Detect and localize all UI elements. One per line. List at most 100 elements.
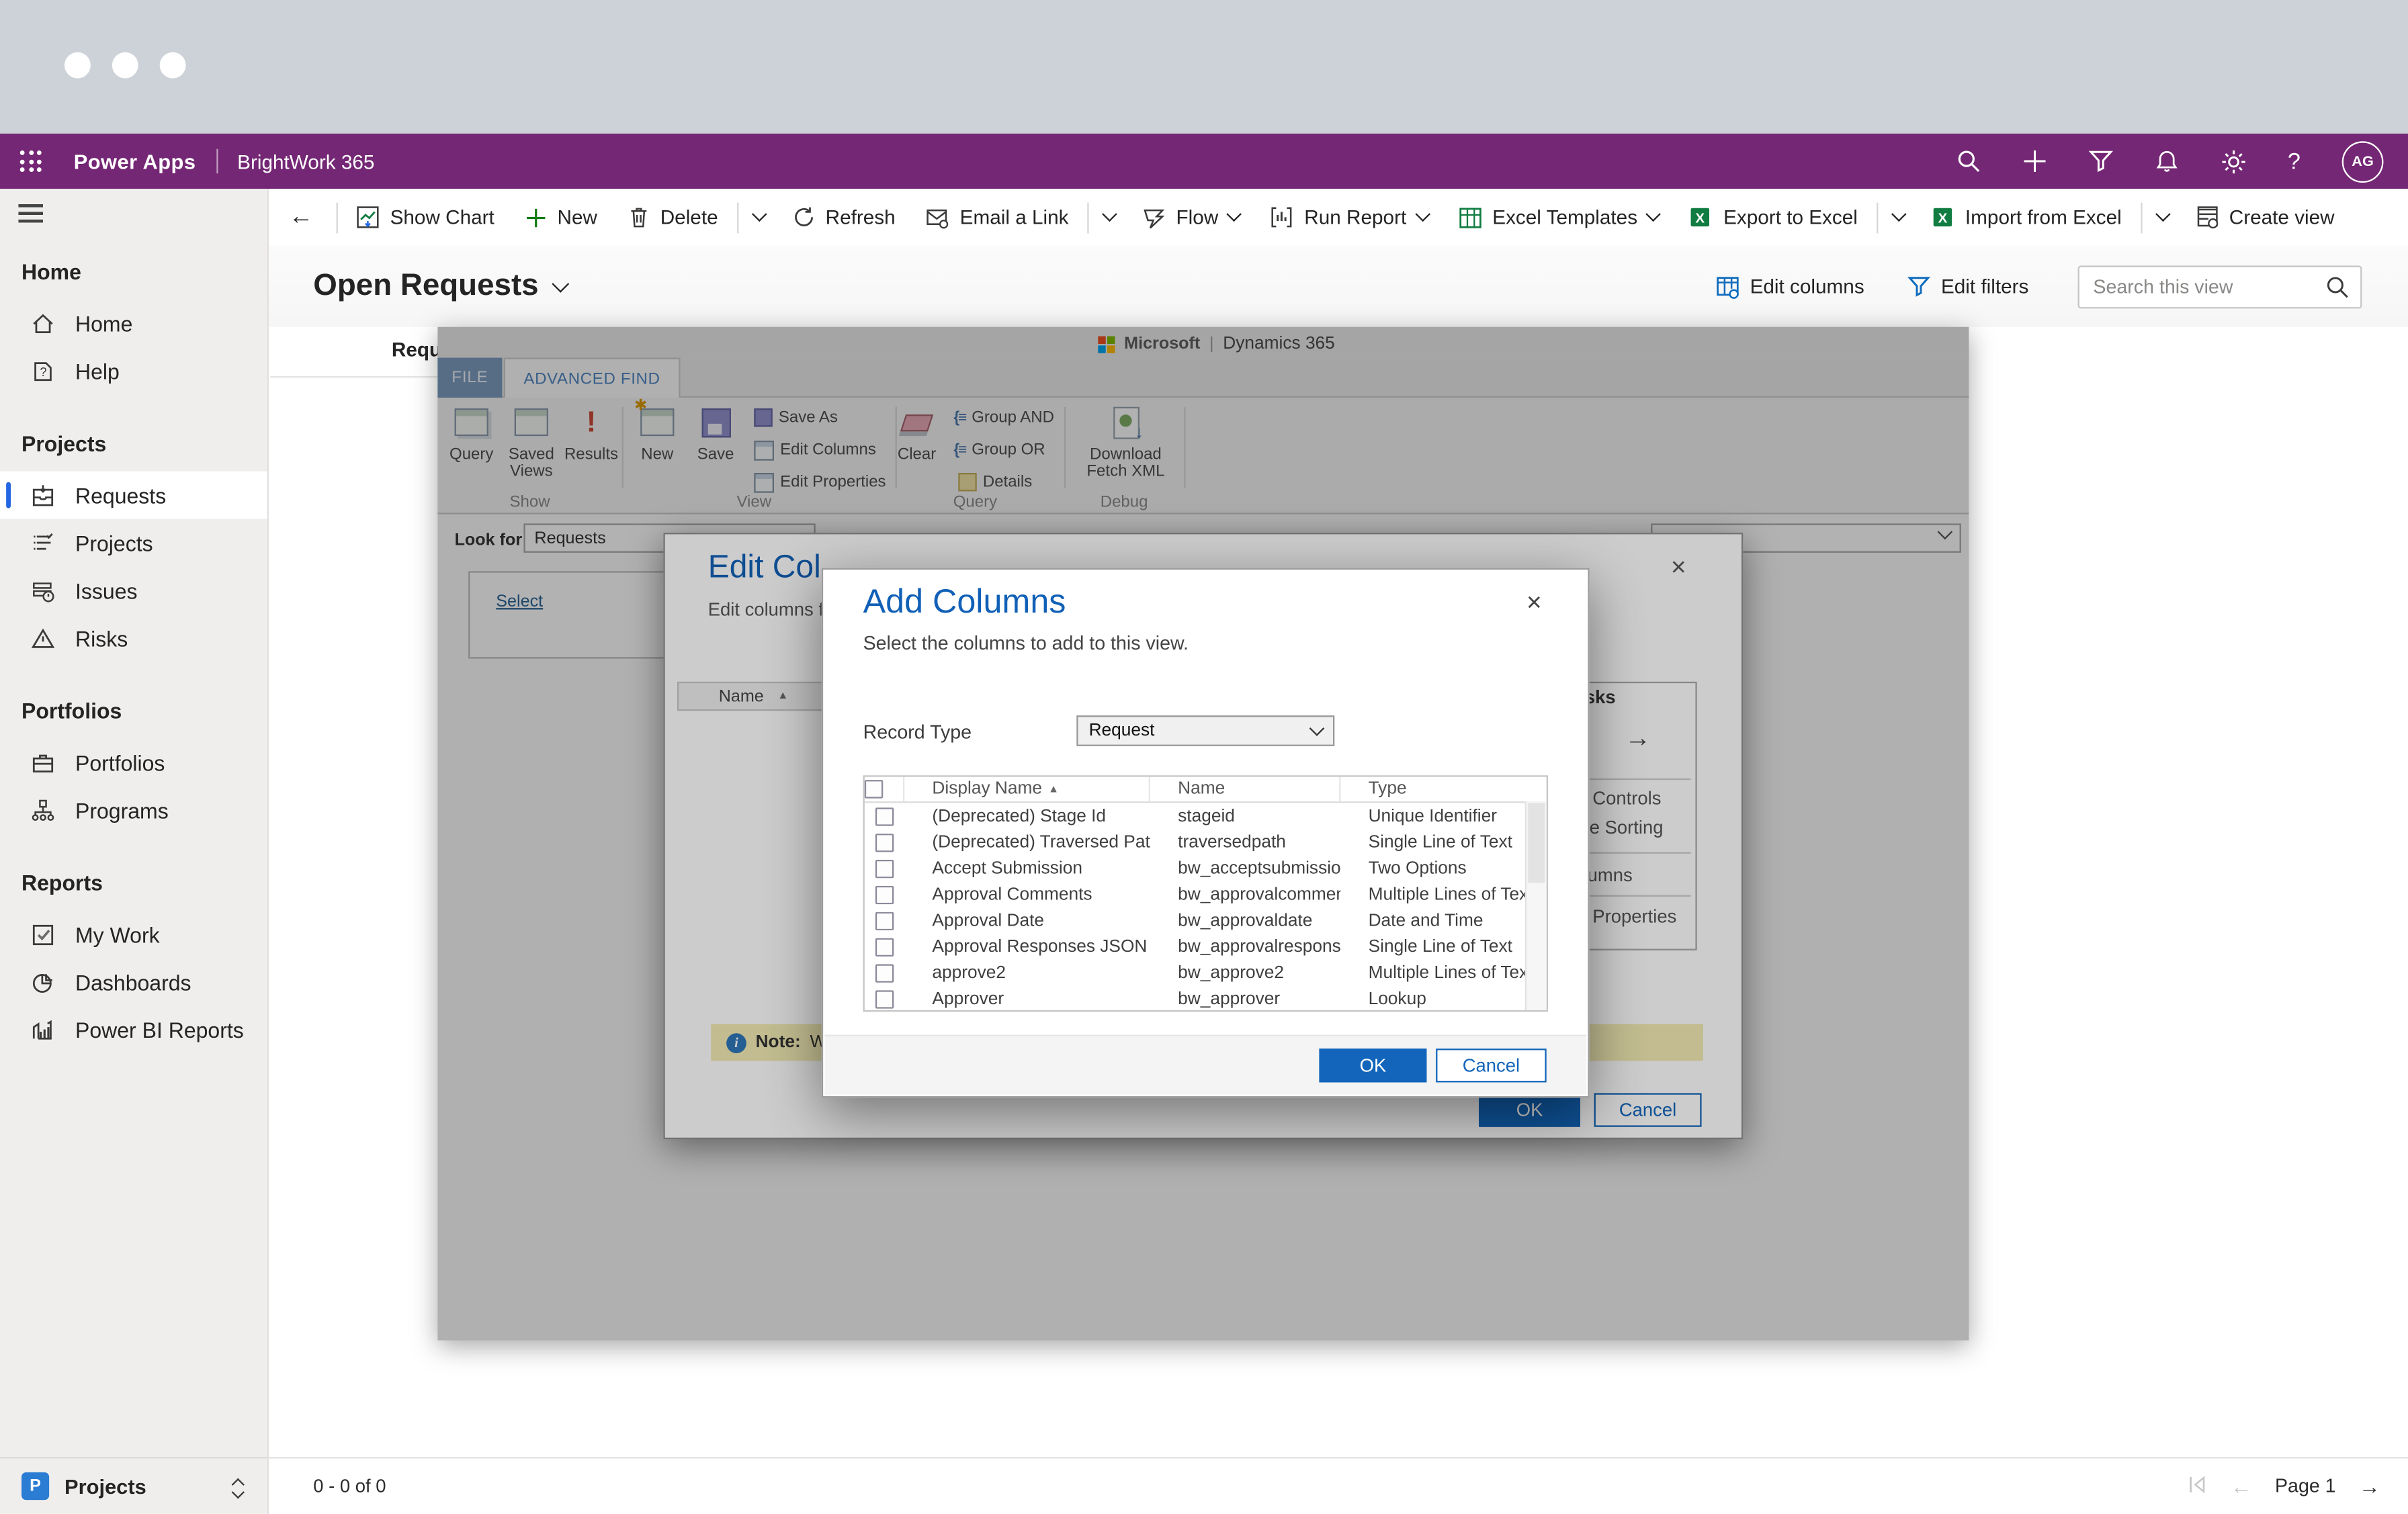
- ok-button[interactable]: OK: [1479, 1093, 1580, 1126]
- table-row[interactable]: (Deprecated) Stage Id stageid Unique Ide…: [865, 803, 1547, 829]
- select-link[interactable]: Select: [496, 592, 543, 611]
- scrollbar[interactable]: [1525, 801, 1547, 1010]
- menu-icon[interactable]: [18, 204, 43, 222]
- window-control-icon[interactable]: [64, 52, 91, 79]
- panel-link-properties[interactable]: Properties: [1592, 906, 1676, 928]
- row-checkbox[interactable]: [865, 859, 904, 877]
- row-checkbox[interactable]: [865, 989, 904, 1008]
- run-report-button[interactable]: Run Report: [1255, 189, 1443, 246]
- sidebar-item-my-work[interactable]: My Work: [0, 910, 267, 958]
- overflow-chevron-icon[interactable]: [1881, 189, 1916, 246]
- back-button[interactable]: ←: [269, 204, 333, 231]
- select-all-checkbox[interactable]: [865, 777, 904, 802]
- refresh-button[interactable]: Refresh: [776, 189, 910, 246]
- search-icon[interactable]: [1956, 149, 1981, 174]
- row-checkbox[interactable]: [865, 833, 904, 851]
- ribbon-edit-properties-button[interactable]: Edit Properties: [754, 472, 886, 493]
- sidebar-item-power-bi-reports[interactable]: Power BI Reports: [0, 1006, 267, 1053]
- ribbon-clear-button[interactable]: Clear: [886, 402, 947, 463]
- ribbon-save-button[interactable]: Save: [687, 402, 745, 463]
- help-icon[interactable]: ?: [2288, 148, 2300, 175]
- close-icon[interactable]: ×: [1671, 553, 1686, 584]
- create-view-button[interactable]: Create view: [2180, 189, 2350, 246]
- panel-link-columns[interactable]: lumns: [1584, 864, 1633, 886]
- search-input[interactable]: [2078, 265, 2362, 308]
- edit-columns-button[interactable]: Edit columns: [1699, 259, 1879, 314]
- table-row[interactable]: Approval Date bw_approvaldate Date and T…: [865, 907, 1547, 934]
- email-link-button[interactable]: Email a Link: [911, 189, 1084, 246]
- ribbon-saved-views-button[interactable]: Saved Views: [499, 402, 564, 479]
- edit-filters-button[interactable]: Edit filters: [1892, 259, 2044, 314]
- avatar[interactable]: AG: [2342, 140, 2384, 182]
- sidebar-item-projects[interactable]: Projects: [0, 519, 267, 567]
- table-row[interactable]: (Deprecated) Traversed Path traversedpat…: [865, 829, 1547, 855]
- prev-page-icon[interactable]: ←: [2231, 1474, 2252, 1499]
- delete-button[interactable]: Delete: [613, 189, 734, 246]
- row-checkbox[interactable]: [865, 937, 904, 955]
- col-type[interactable]: Type: [1340, 777, 1526, 802]
- sidebar-item-risks[interactable]: Risks: [0, 614, 267, 662]
- sidebar-item-home[interactable]: Home: [0, 300, 267, 347]
- sidebar-item-requests[interactable]: Requests: [0, 472, 267, 519]
- divider: [216, 149, 217, 174]
- row-checkbox[interactable]: [865, 911, 904, 930]
- ribbon-query-button[interactable]: Query: [441, 402, 502, 463]
- sidebar-item-issues[interactable]: Issues: [0, 566, 267, 614]
- panel-link-controls[interactable]: Controls: [1592, 788, 1661, 809]
- import-excel-button[interactable]: X Import from Excel: [1916, 189, 2137, 246]
- cancel-button[interactable]: Cancel: [1594, 1093, 1702, 1126]
- first-page-icon[interactable]: [2188, 1474, 2208, 1497]
- window-control-icon[interactable]: [160, 52, 186, 79]
- environment-switcher[interactable]: P Projects: [0, 1457, 267, 1514]
- export-excel-button[interactable]: X Export to Excel: [1674, 189, 1873, 246]
- notifications-icon[interactable]: [2154, 149, 2179, 174]
- ribbon-results-button[interactable]: ! Results: [564, 402, 619, 463]
- settings-icon[interactable]: [2220, 148, 2246, 175]
- overflow-chevron-icon[interactable]: [2145, 189, 2180, 246]
- row-checkbox[interactable]: [865, 963, 904, 981]
- sidebar-item-help[interactable]: ? Help: [0, 347, 267, 395]
- window-control-icon[interactable]: [112, 52, 138, 79]
- filter-icon[interactable]: [2088, 149, 2113, 174]
- next-page-icon[interactable]: →: [2359, 1474, 2380, 1499]
- help-doc-icon: ?: [31, 359, 56, 384]
- sidebar-item-portfolios[interactable]: Portfolios: [0, 738, 267, 786]
- flow-button[interactable]: Flow: [1127, 189, 1255, 246]
- sidebar-item-programs[interactable]: Programs: [0, 786, 267, 834]
- sidebar-item-dashboards[interactable]: Dashboards: [0, 958, 267, 1006]
- app-launcher-icon[interactable]: [20, 150, 42, 172]
- excel-templates-button[interactable]: Excel Templates: [1443, 189, 1674, 246]
- table-row[interactable]: Approver bw_approver Lookup: [865, 985, 1547, 1012]
- move-right-icon[interactable]: →: [1625, 723, 1651, 754]
- col-display-name[interactable]: Display Name▲: [904, 777, 1150, 802]
- table-row[interactable]: Accept Submission bw_acceptsubmission Tw…: [865, 855, 1547, 881]
- ribbon-new-button[interactable]: New: [628, 402, 687, 463]
- row-checkbox[interactable]: [865, 885, 904, 903]
- view-selector[interactable]: Open Requests: [313, 269, 566, 304]
- table-row[interactable]: approve2 bw_approve2 Multiple Lines of T…: [865, 960, 1547, 986]
- col-name[interactable]: Name: [1150, 777, 1340, 802]
- new-button[interactable]: New: [510, 189, 613, 246]
- search-icon[interactable]: [2325, 274, 2350, 299]
- ribbon-download-fetch-button[interactable]: Download Fetch XML: [1074, 402, 1178, 479]
- table-row[interactable]: Approval Responses JSON bw_approvalrespo…: [865, 934, 1547, 960]
- ribbon-edit-columns-button[interactable]: Edit Columns: [754, 439, 876, 461]
- ribbon-group-or-button[interactable]: {≡ Group OR: [953, 439, 1045, 461]
- ribbon-details-button[interactable]: Details: [958, 472, 1032, 493]
- ribbon-save-as-button[interactable]: Save As: [754, 407, 838, 429]
- ribbon-group-and-button[interactable]: {≡ Group AND: [953, 407, 1054, 429]
- ok-button[interactable]: OK: [1319, 1049, 1426, 1082]
- overflow-chevron-icon[interactable]: [1092, 189, 1127, 246]
- cancel-button[interactable]: Cancel: [1436, 1049, 1547, 1082]
- add-icon[interactable]: [2022, 149, 2047, 174]
- table-row[interactable]: Approval Comments bw_approvalcomments Mu…: [865, 881, 1547, 907]
- tab-file[interactable]: FILE: [437, 358, 502, 398]
- show-chart-button[interactable]: Show Chart: [341, 189, 509, 246]
- row-checkbox[interactable]: [865, 807, 904, 825]
- environment-name[interactable]: BrightWork 365: [237, 150, 374, 173]
- tab-advanced-find[interactable]: ADVANCED FIND: [504, 358, 681, 398]
- record-type-select[interactable]: Request: [1076, 715, 1334, 746]
- close-icon[interactable]: ×: [1526, 588, 1542, 619]
- overflow-chevron-icon[interactable]: [741, 189, 777, 246]
- panel-link-sorting[interactable]: re Sorting: [1584, 817, 1664, 838]
